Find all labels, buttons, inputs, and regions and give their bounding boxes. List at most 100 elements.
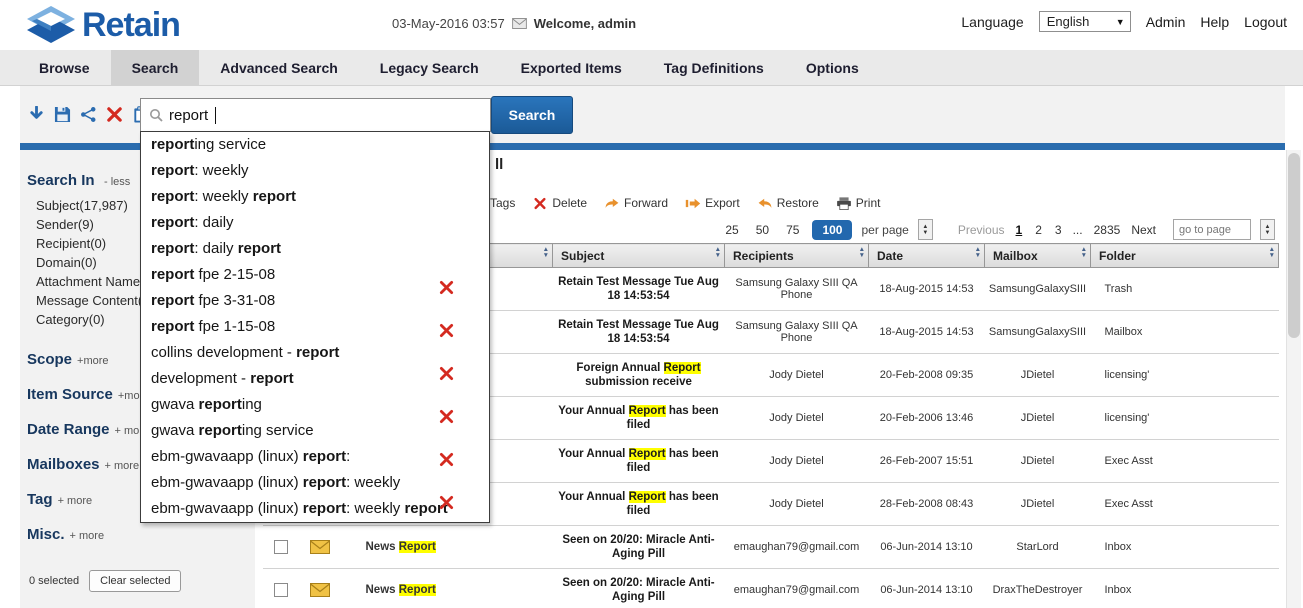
page-size-100[interactable]: 100: [812, 220, 852, 240]
save-icon[interactable]: [54, 106, 71, 123]
suggestion-item[interactable]: report fpe 3-31-08: [141, 288, 489, 314]
suggestion-item[interactable]: ebm-gwavaapp (linux) report: weekly: [141, 470, 489, 496]
suggestion-item[interactable]: collins development - report: [141, 340, 489, 366]
page-2835[interactable]: 2835: [1092, 223, 1123, 237]
restore-icon: [757, 197, 773, 210]
vertical-scrollbar[interactable]: [1286, 150, 1301, 608]
action-restore[interactable]: Restore: [757, 196, 819, 210]
deleted-x-icon: [439, 452, 454, 467]
item-icon-cell: [299, 569, 341, 608]
page-size-50[interactable]: 50: [752, 221, 773, 239]
sort-arrows-icon[interactable]: ▲▼: [715, 247, 721, 259]
action-print[interactable]: Print: [836, 196, 881, 210]
tab-legacy-search[interactable]: Legacy Search: [359, 50, 500, 85]
suggestion-item[interactable]: ebm-gwavaapp (linux) report:: [141, 444, 489, 470]
section-toggle-mailboxes[interactable]: + more: [105, 460, 140, 472]
suggestion-item[interactable]: gwava reporting service: [141, 418, 489, 444]
clear-selected-button[interactable]: Clear selected: [89, 570, 181, 592]
delete-icon[interactable]: [106, 106, 123, 123]
suggestion-item[interactable]: report fpe 2-15-08: [141, 262, 489, 288]
section-title-mailboxes[interactable]: Mailboxes: [27, 456, 100, 473]
row-checkbox[interactable]: [274, 540, 288, 554]
export-icon: [685, 197, 701, 210]
suggestion-item[interactable]: report: daily report: [141, 236, 489, 262]
tab-advanced-search[interactable]: Advanced Search: [199, 50, 359, 85]
page-2[interactable]: 2: [1033, 223, 1044, 237]
tab-options[interactable]: Options: [785, 50, 880, 85]
suggestion-item[interactable]: ebm-gwavaapp (linux) report: weekly repo…: [141, 496, 489, 522]
per-page-stepper[interactable]: ▲▼: [918, 219, 933, 240]
next-page[interactable]: Next: [1131, 223, 1156, 237]
sort-arrows-icon[interactable]: ▲▼: [975, 247, 981, 259]
previous-page[interactable]: Previous: [958, 223, 1005, 237]
subject-cell: Seen on 20/20: Miracle Anti-Aging Pill: [553, 569, 725, 608]
download-icon[interactable]: [28, 106, 45, 123]
mailbox-cell: JDietel: [985, 354, 1091, 397]
page-size-75[interactable]: 75: [782, 221, 803, 239]
checkbox-cell: [263, 569, 299, 608]
per-page-label: per page: [861, 223, 908, 237]
section-toggle-misc[interactable]: + more: [70, 530, 105, 542]
row-checkbox[interactable]: [274, 583, 288, 597]
toolbar-icons: [28, 106, 149, 123]
col-header-mailbox[interactable]: Mailbox▲▼: [985, 244, 1091, 268]
tab-exported-items[interactable]: Exported Items: [500, 50, 643, 85]
mail-icon: [303, 583, 337, 597]
retain-logo[interactable]: Retain: [24, 5, 180, 45]
tab-bar: BrowseSearchAdvanced SearchLegacy Search…: [0, 50, 1303, 86]
welcome-mail-icon: [512, 18, 527, 29]
tab-search[interactable]: Search: [111, 50, 200, 85]
col-header-recipients[interactable]: Recipients▲▼: [725, 244, 869, 268]
page-3[interactable]: 3: [1053, 223, 1064, 237]
text-caret: [215, 107, 216, 124]
suggestion-item[interactable]: gwava reporting: [141, 392, 489, 418]
suggestion-item[interactable]: report: daily: [141, 210, 489, 236]
suggestion-item[interactable]: report fpe 1-15-08: [141, 314, 489, 340]
search-button[interactable]: Search: [491, 96, 573, 134]
suggestion-item[interactable]: development - report: [141, 366, 489, 392]
share-icon[interactable]: [80, 106, 97, 123]
page-size-25[interactable]: 25: [721, 221, 742, 239]
search-suggestions: reporting servicereport: weeklyreport: w…: [140, 131, 490, 523]
section-title-date-range[interactable]: Date Range: [27, 421, 110, 438]
col-header-subject[interactable]: Subject▲▼: [553, 244, 725, 268]
recipients-cell: Jody Dietel: [725, 440, 869, 483]
suggestion-item[interactable]: report: weekly report: [141, 184, 489, 210]
help-link[interactable]: Help: [1200, 14, 1229, 30]
logout-link[interactable]: Logout: [1244, 14, 1287, 30]
section-toggle-tag[interactable]: + more: [58, 495, 93, 507]
folder-cell: Mailbox: [1091, 311, 1279, 354]
scrollbar-thumb[interactable]: [1288, 153, 1300, 338]
section-title-scope[interactable]: Scope: [27, 351, 72, 368]
suggestion-item[interactable]: report: weekly: [141, 158, 489, 184]
search-in-title[interactable]: Search In: [27, 172, 95, 189]
table-row[interactable]: News ReportSeen on 20/20: Miracle Anti-A…: [263, 569, 1279, 608]
tab-tag-definitions[interactable]: Tag Definitions: [643, 50, 785, 85]
section-title-misc[interactable]: Misc.: [27, 526, 65, 543]
sort-arrows-icon[interactable]: ▲▼: [543, 247, 549, 259]
mailbox-cell: JDietel: [985, 440, 1091, 483]
action-delete[interactable]: Delete: [532, 196, 587, 210]
sort-arrows-icon[interactable]: ▲▼: [1081, 247, 1087, 259]
sort-arrows-icon[interactable]: ▲▼: [1269, 247, 1275, 259]
goto-page-stepper[interactable]: ▲▼: [1260, 219, 1275, 240]
section-title-item-source[interactable]: Item Source: [27, 386, 113, 403]
page-1[interactable]: 1: [1014, 223, 1025, 237]
goto-page-input[interactable]: [1173, 219, 1251, 240]
action-forward[interactable]: Forward: [604, 196, 668, 210]
action-label: Export: [705, 196, 740, 210]
section-title-tag[interactable]: Tag: [27, 491, 53, 508]
search-in-toggle[interactable]: - less: [104, 176, 130, 188]
sort-arrows-icon[interactable]: ▲▼: [859, 247, 865, 259]
section-toggle-scope[interactable]: +more: [77, 355, 109, 367]
subject-cell: Foreign Annual Report submission receive: [553, 354, 725, 397]
admin-link[interactable]: Admin: [1146, 14, 1186, 30]
search-input[interactable]: report: [140, 98, 491, 132]
col-header-date[interactable]: Date▲▼: [869, 244, 985, 268]
col-header-folder[interactable]: Folder▲▼: [1091, 244, 1279, 268]
tab-browse[interactable]: Browse: [18, 50, 111, 85]
action-export[interactable]: Export: [685, 196, 740, 210]
language-select[interactable]: English ▼: [1039, 11, 1131, 32]
suggestion-item[interactable]: reporting service: [141, 132, 489, 158]
table-row[interactable]: News ReportSeen on 20/20: Miracle Anti-A…: [263, 526, 1279, 569]
